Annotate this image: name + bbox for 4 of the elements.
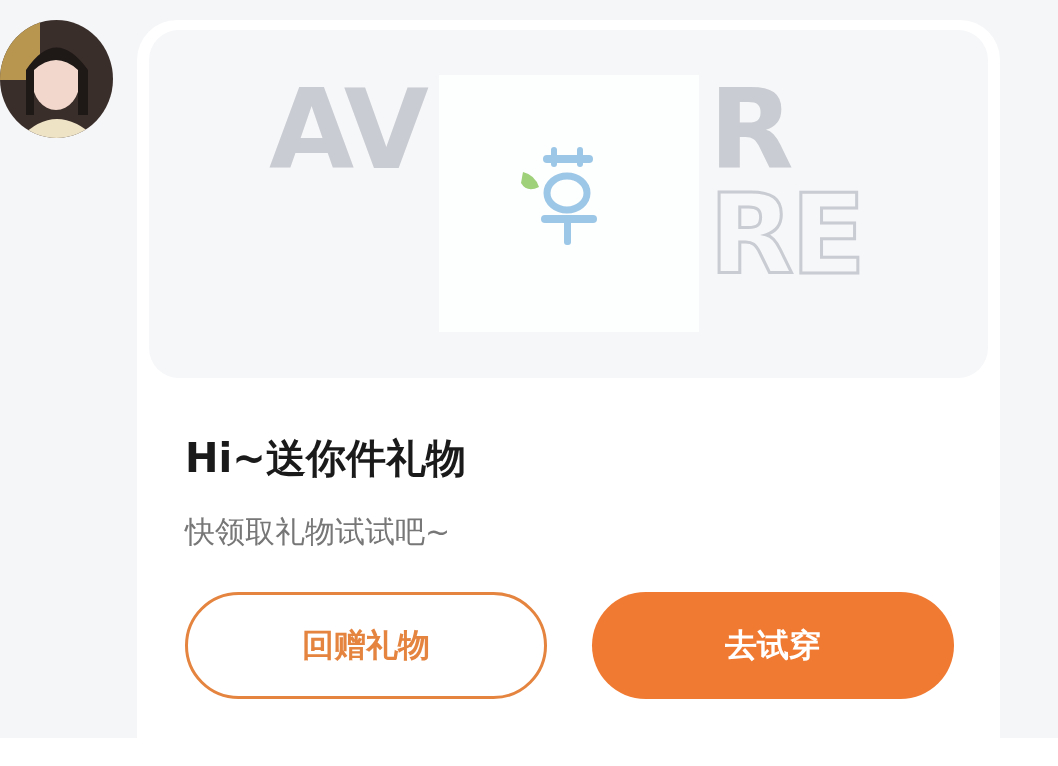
try-on-button[interactable]: 去试穿	[592, 592, 954, 699]
return-gift-button[interactable]: 回赠礼物	[185, 592, 547, 699]
card-subtitle: 快领取礼物试试吧~	[185, 514, 452, 550]
card-title: Hi~送你件礼物	[185, 434, 467, 482]
